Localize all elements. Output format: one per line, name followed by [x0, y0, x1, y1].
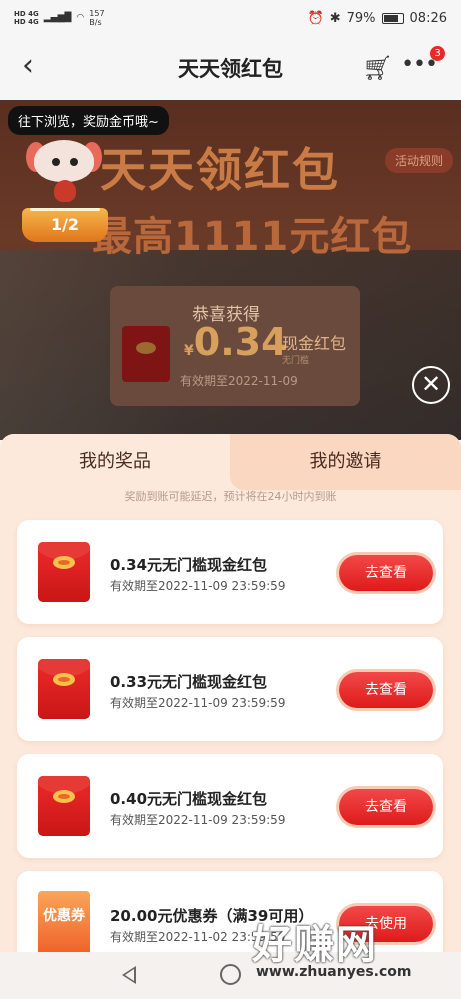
view-button[interactable]: 去查看 — [339, 789, 433, 825]
amount-value: 0.34 — [193, 320, 288, 364]
browse-tooltip: 往下浏览，奖励金币哦~ — [8, 106, 169, 135]
battery-percent: 79% — [346, 10, 376, 26]
prize-validity: 有效期至2022-11-09 23:59:59 — [110, 813, 286, 827]
arrival-notice: 奖励到账可能延迟，预计将在24小时内到账 — [124, 490, 337, 503]
hero-title: 天天领红包 — [100, 143, 340, 197]
red-envelope-icon — [38, 659, 90, 719]
nav-bar: ‹ 天天领红包 🛒︎ ••• 3 — [0, 36, 461, 100]
network-bottom: HD 4G — [14, 18, 39, 26]
hero-subtitle: 最高1111元红包 — [92, 214, 413, 260]
alarm-icon: ⏰ — [307, 10, 324, 26]
reward-amount: ¥0.34 — [184, 320, 288, 364]
network-speed: 157 B/s — [89, 9, 104, 27]
red-envelope-icon — [38, 542, 90, 602]
watermark-url: www.zhuanyes.com — [256, 964, 412, 980]
watermark-text: 好赚网 — [252, 922, 378, 968]
speed-unit: B/s — [89, 18, 102, 27]
system-home-icon[interactable] — [220, 964, 241, 985]
currency-symbol: ¥ — [184, 343, 194, 359]
prize-title: 0.40元无门槛现金红包 — [110, 790, 268, 808]
signal-icon: ▂▄▆█ — [43, 13, 72, 23]
watermark: 好赚网 www.zhuanyes.com — [252, 912, 452, 992]
prize-title: 0.33元无门槛现金红包 — [110, 673, 268, 691]
mascot-icon[interactable] — [26, 140, 102, 206]
battery-icon — [381, 12, 404, 24]
view-button[interactable]: 去查看 — [339, 555, 433, 591]
clock: 08:26 — [409, 10, 447, 26]
prize-card: 0.34元无门槛现金红包 有效期至2022-11-09 23:59:59 去查看 — [17, 520, 443, 624]
back-arrow-icon[interactable]: ‹ — [22, 50, 34, 82]
rules-button[interactable]: 活动规则 — [384, 148, 453, 173]
reward-validity: 有效期至2022-11-09 — [180, 374, 298, 388]
prize-validity: 有效期至2022-11-09 23:59:59 — [110, 579, 286, 593]
prizes-sheet: 我的奖品 我的邀请 奖励到账可能延迟，预计将在24小时内到账 0.34元无门槛现… — [0, 434, 461, 954]
system-back-icon[interactable] — [122, 966, 136, 984]
close-icon[interactable]: ✕ — [412, 366, 450, 404]
status-left: HD 4G HD 4G ▂▄▆█ ◠ 157 B/s — [14, 9, 105, 27]
view-button[interactable]: 去查看 — [339, 672, 433, 708]
bluetooth-icon: ✱ — [329, 10, 341, 26]
status-bar: HD 4G HD 4G ▂▄▆█ ◠ 157 B/s ⏰ ✱ 79% 08:26 — [0, 0, 461, 36]
wifi-icon: ◠ — [76, 13, 85, 23]
network-top: HD 4G — [14, 10, 39, 18]
browse-progress: 1/2 — [22, 208, 108, 242]
speed-value: 157 — [89, 9, 105, 18]
reward-kind-sub: 无门槛 — [282, 356, 310, 366]
notification-badge: 3 — [430, 46, 445, 61]
network-indicator: HD 4G HD 4G — [14, 10, 39, 26]
prize-card: 0.33元无门槛现金红包 有效期至2022-11-09 23:59:59 去查看 — [17, 637, 443, 741]
reward-kind: 现金红包 — [282, 334, 347, 353]
tab-my-invites[interactable]: 我的邀请 — [230, 434, 461, 490]
prize-validity: 有效期至2022-11-09 23:59:59 — [110, 696, 286, 710]
cart-icon[interactable]: 🛒︎ — [363, 54, 393, 82]
popup-envelope-icon — [122, 326, 170, 382]
status-right: ⏰ ✱ 79% 08:26 — [308, 11, 447, 26]
red-envelope-icon — [38, 776, 90, 836]
coupon-icon: 优惠券 — [38, 891, 90, 954]
prize-title: 0.34元无门槛现金红包 — [110, 556, 268, 574]
tab-my-prizes[interactable]: 我的奖品 — [0, 434, 230, 490]
prize-card: 0.40元无门槛现金红包 有效期至2022-11-09 23:59:59 去查看 — [17, 754, 443, 858]
